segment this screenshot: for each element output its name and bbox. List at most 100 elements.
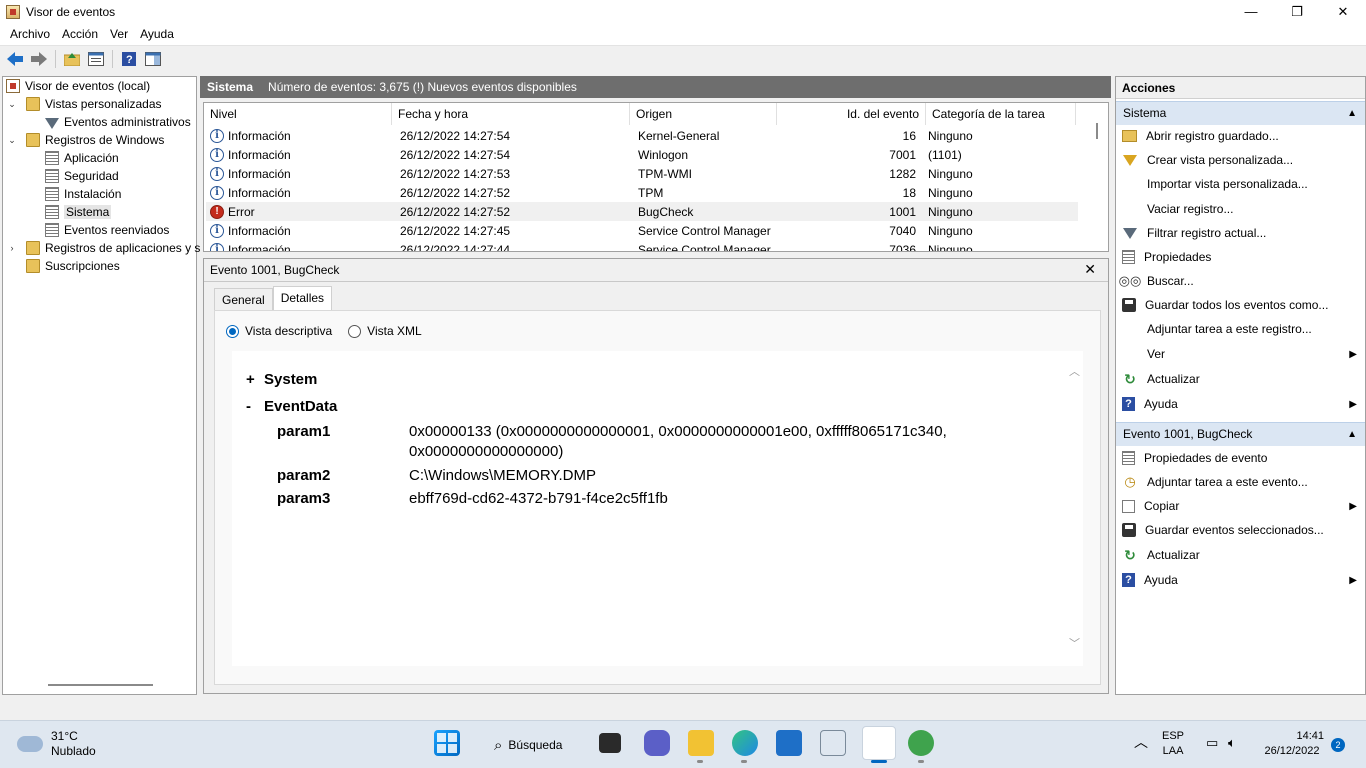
eventdata-section[interactable]: - EventData xyxy=(246,398,337,415)
menu-ver[interactable]: Ver xyxy=(104,27,134,41)
info-icon: i xyxy=(210,242,224,251)
start-button[interactable] xyxy=(434,730,460,756)
param-name: param1 xyxy=(277,423,331,440)
action-copy[interactable]: Copiar ▶ xyxy=(1116,495,1365,517)
input-language[interactable]: ESP LAA xyxy=(1162,729,1184,759)
action-help-event[interactable]: ? Ayuda ▶ xyxy=(1116,569,1365,591)
close-button[interactable]: ✕ xyxy=(1320,0,1366,23)
collapse-icon[interactable]: ▲ xyxy=(1347,423,1357,446)
radio-xml-view[interactable] xyxy=(348,324,362,338)
utorrent-icon[interactable] xyxy=(908,730,934,756)
scroll-up-icon[interactable]: ︿ xyxy=(1069,363,1080,379)
chevron-up-icon[interactable]: ︿ xyxy=(1134,735,1148,750)
action-open-saved-log[interactable]: Abrir registro guardado... xyxy=(1116,125,1365,147)
radio-xml-label[interactable]: Vista XML xyxy=(367,324,421,338)
event-viewer-taskbar-icon[interactable] xyxy=(862,726,896,760)
up-folder-button[interactable] xyxy=(61,48,83,70)
action-filter-log[interactable]: Filtrar registro actual... xyxy=(1116,222,1365,244)
action-refresh-event[interactable]: ↻ Actualizar xyxy=(1116,544,1365,566)
show-action-pane-button[interactable] xyxy=(142,48,164,70)
chevron-right-icon[interactable]: › xyxy=(6,243,18,253)
close-icon[interactable]: ✕ xyxy=(1084,261,1096,278)
tree-custom-views[interactable]: ⌄ Vistas personalizadas xyxy=(6,95,162,113)
edge-icon[interactable] xyxy=(732,730,758,756)
taskbar-search[interactable]: ⌕ Búsqueda xyxy=(480,731,580,759)
table-row[interactable]: i Información 26/12/2022 14:27:53 TPM-WMI… xyxy=(206,164,1078,183)
tree-setup-log[interactable]: Instalación xyxy=(45,185,121,203)
vertical-scrollbar[interactable] xyxy=(1096,123,1098,139)
tree-application-log[interactable]: Aplicación xyxy=(45,149,119,167)
action-save-selected[interactable]: Guardar eventos seleccionados... xyxy=(1116,519,1365,541)
action-event-properties[interactable]: Propiedades de evento xyxy=(1116,447,1365,469)
tree-forwarded-events[interactable]: Eventos reenviados xyxy=(45,221,169,239)
system-section[interactable]: + System xyxy=(246,371,317,388)
action-import-custom-view[interactable]: Importar vista personalizada... xyxy=(1116,173,1365,195)
store-icon[interactable] xyxy=(776,730,802,756)
weather-widget[interactable]: 31°C Nublado xyxy=(17,729,96,759)
tab-general[interactable]: General xyxy=(214,288,273,310)
column-event-id[interactable]: Id. del evento xyxy=(777,103,926,125)
column-category[interactable]: Categoría de la tarea xyxy=(926,103,1076,125)
minimize-button[interactable]: ― xyxy=(1228,0,1274,23)
column-source[interactable]: Origen xyxy=(630,103,777,125)
tree-admin-events[interactable]: Eventos administrativos xyxy=(45,113,191,131)
vertical-scrollbar[interactable]: ︿ ﹀ xyxy=(1066,351,1083,666)
network-icon[interactable]: ▭ xyxy=(1206,735,1218,750)
action-attach-task-event[interactable]: ◷ Adjuntar tarea a este evento... xyxy=(1116,471,1365,493)
action-find[interactable]: ◎◎ Buscar... xyxy=(1116,270,1365,292)
menu-accion[interactable]: Acción xyxy=(56,27,104,41)
table-row[interactable]: i Información 26/12/2022 14:27:54 Kernel-… xyxy=(206,126,1078,145)
action-view[interactable]: Ver ▶ xyxy=(1116,343,1365,365)
log-info[interactable]: Número de eventos: 3,675 (!) Nuevos even… xyxy=(268,80,577,94)
log-name: Sistema xyxy=(207,80,254,94)
table-row[interactable]: i Información 26/12/2022 14:27:45 Service… xyxy=(206,221,1078,240)
back-button[interactable] xyxy=(4,48,26,70)
param-value: ebff769d-cd62-4372-b791-f4ce2c5ff1fb xyxy=(409,490,668,507)
table-row-selected[interactable]: ! Error 26/12/2022 14:27:52 BugCheck 1001… xyxy=(206,202,1078,221)
restore-button[interactable]: ❐ xyxy=(1274,0,1320,23)
help-button[interactable]: ? xyxy=(118,48,140,70)
forward-button[interactable] xyxy=(28,48,50,70)
tree-subscriptions[interactable]: Suscripciones xyxy=(6,257,120,275)
action-clear-log[interactable]: Vaciar registro... xyxy=(1116,198,1365,220)
column-level[interactable]: Nivel xyxy=(204,103,392,125)
main-panel: Sistema Número de eventos: 3,675 (!) Nue… xyxy=(200,76,1111,695)
tree-root[interactable]: Visor de eventos (local) xyxy=(6,77,150,95)
group-system[interactable]: Sistema ▲ xyxy=(1116,101,1365,125)
tree-system-log[interactable]: Sistema xyxy=(45,203,112,221)
horizontal-scrollbar[interactable] xyxy=(48,684,153,686)
tree-app-services-logs[interactable]: › Registros de aplicaciones y s xyxy=(6,239,200,257)
info-icon: i xyxy=(210,147,224,162)
show-hide-tree-button[interactable] xyxy=(85,48,107,70)
chevron-down-icon[interactable]: ⌄ xyxy=(6,135,18,146)
radio-friendly-view[interactable] xyxy=(226,324,239,338)
action-attach-task-log[interactable]: Adjuntar tarea a este registro... xyxy=(1116,318,1365,340)
column-date[interactable]: Fecha y hora xyxy=(392,103,630,125)
volume-icon[interactable]: 🔈︎ xyxy=(1228,735,1236,750)
collapse-icon[interactable]: ▲ xyxy=(1347,102,1357,125)
menu-archivo[interactable]: Archivo xyxy=(4,27,56,41)
chevron-down-icon[interactable]: ⌄ xyxy=(6,99,18,110)
action-create-custom-view[interactable]: Crear vista personalizada... xyxy=(1116,149,1365,171)
action-refresh[interactable]: ↻ Actualizar xyxy=(1116,368,1365,390)
action-help[interactable]: ? Ayuda ▶ xyxy=(1116,393,1365,415)
clock[interactable]: 14:41 26/12/2022 xyxy=(1258,729,1326,759)
tree-security-log[interactable]: Seguridad xyxy=(45,167,119,185)
performance-monitor-icon[interactable] xyxy=(820,730,846,756)
save-icon xyxy=(1122,523,1136,537)
table-row[interactable]: i Información 26/12/2022 14:27:44 Service… xyxy=(206,240,1078,251)
scroll-down-icon[interactable]: ﹀ xyxy=(1069,635,1080,651)
menu-ayuda[interactable]: Ayuda xyxy=(134,27,180,41)
table-row[interactable]: i Información 26/12/2022 14:27:52 TPM 18 … xyxy=(206,183,1078,202)
notification-badge[interactable]: 2 xyxy=(1331,738,1345,752)
tab-details[interactable]: Detalles xyxy=(272,286,333,310)
task-view-icon[interactable] xyxy=(599,733,621,753)
tree-windows-logs[interactable]: ⌄ Registros de Windows xyxy=(6,131,164,149)
radio-friendly-label[interactable]: Vista descriptiva xyxy=(245,324,332,338)
chat-icon[interactable] xyxy=(644,730,670,756)
action-properties[interactable]: Propiedades xyxy=(1116,246,1365,268)
action-save-all-events[interactable]: Guardar todos los eventos como... xyxy=(1116,294,1365,316)
group-event[interactable]: Evento 1001, BugCheck ▲ xyxy=(1116,422,1365,446)
file-explorer-icon[interactable] xyxy=(688,730,714,756)
table-row[interactable]: i Información 26/12/2022 14:27:54 Winlogo… xyxy=(206,145,1078,164)
